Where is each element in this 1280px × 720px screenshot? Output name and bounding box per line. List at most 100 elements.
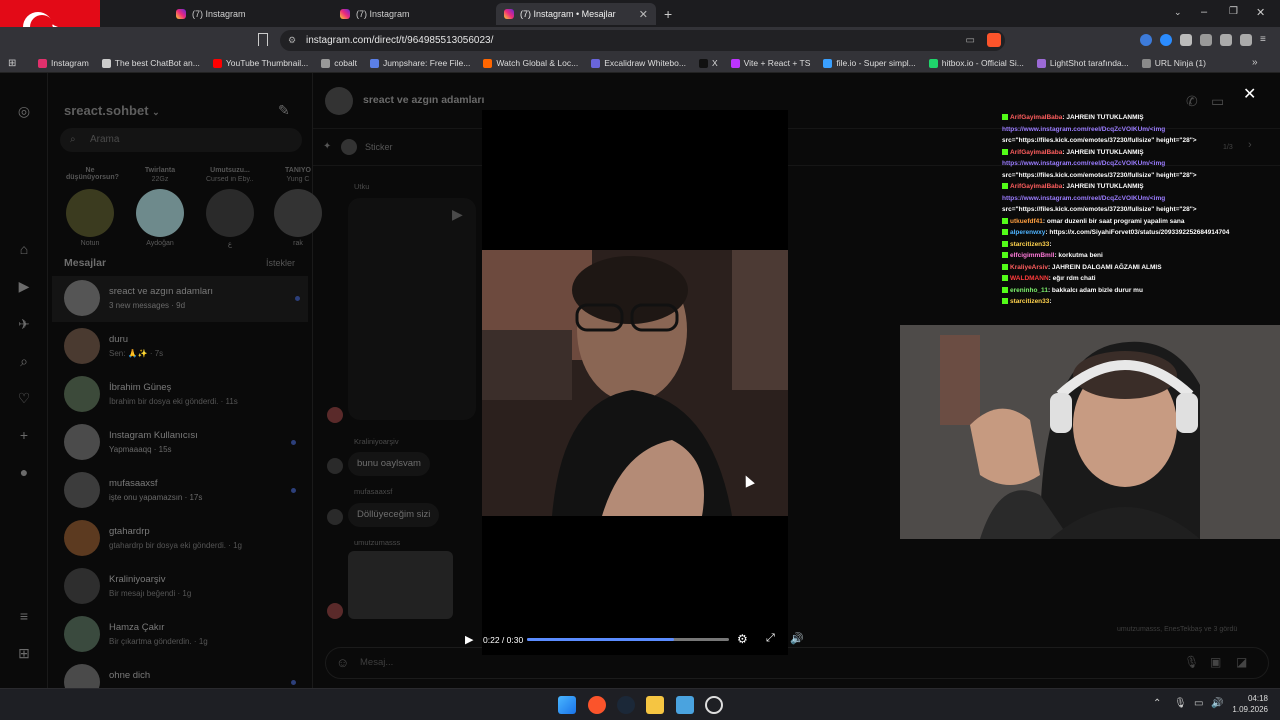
clock-time[interactable]: 04:18 <box>1234 694 1268 703</box>
more-bookmarks-icon[interactable]: » <box>1252 57 1258 68</box>
apps-grid-icon[interactable]: ⊞ <box>8 58 16 69</box>
fullscreen-icon[interactable]: ⤢ <box>766 632 775 645</box>
home-icon[interactable]: ⌂ <box>16 241 32 257</box>
story-item[interactable]: Umutsuzu... Cursed in Eby... tuyleriçiken… <box>206 167 254 248</box>
image-message[interactable] <box>348 551 453 619</box>
puzzle-icon[interactable] <box>1200 34 1212 46</box>
volume-icon[interactable]: 🔊 <box>1211 698 1223 709</box>
bookmark-item[interactable]: Vite + React + TS <box>730 58 810 68</box>
bookmark-favicon-icon <box>591 58 601 68</box>
bookmark-item[interactable]: X <box>698 58 718 68</box>
bookmark-item[interactable]: Jumpshare: Free File... <box>369 58 470 68</box>
chat-line: ereninho_11: bakkalcı adam bizle durur m… <box>1002 285 1280 297</box>
chat-message: https://www.instagram.com/reel/DcqZcVOIK… <box>1002 160 1166 167</box>
bookmark-item[interactable]: Excalidraw Whitebo... <box>591 58 686 68</box>
tab-instagram-2[interactable]: (7) Instagram <box>332 3 492 25</box>
conversation-item[interactable]: Hamza Çakır Bir çıkartma gönderdin. · 1g <box>64 612 304 658</box>
volume-icon[interactable]: 🔊 <box>790 632 804 645</box>
sender-avatar <box>327 458 343 474</box>
site-info-icon[interactable]: ⚙ <box>288 30 296 51</box>
profile-icon[interactable]: ● <box>16 464 32 480</box>
conversation-item[interactable]: sreact ve azgın adamları 3 new messages ·… <box>52 276 308 322</box>
conversation-item[interactable]: Kraliniyoarşiv Bir mesajı beğendi · 1g <box>64 564 304 610</box>
close-window-icon[interactable]: ✕ <box>1256 6 1265 19</box>
close-overlay-icon[interactable]: ✕ <box>1243 84 1256 104</box>
search-input[interactable]: ⌕ Arama <box>60 128 302 152</box>
menu-icon[interactable]: ≡ <box>1260 34 1266 46</box>
conversation-item[interactable]: ohne dich <box>64 660 304 688</box>
more-menu-icon[interactable]: ≡ <box>16 608 32 624</box>
bookmark-item[interactable]: URL Ninja (1) <box>1141 58 1206 68</box>
bookmark-item[interactable]: The best ChatBot an... <box>101 58 200 68</box>
message-bubble[interactable]: bunu oaylsvam <box>348 452 430 476</box>
play-icon[interactable]: ▶ <box>465 633 473 646</box>
tab-list-icon[interactable]: ⌄ <box>1174 7 1182 18</box>
reels-icon[interactable]: ▶ <box>16 278 32 294</box>
sticker-icon[interactable]: ◪ <box>1236 655 1247 669</box>
bookmark-item[interactable]: hitbox.io - Official Si... <box>928 58 1024 68</box>
conversation-preview: Bir çıkartma gönderdin. · 1g <box>109 637 208 646</box>
new-message-icon[interactable]: ✎ <box>278 102 290 119</box>
steam-icon[interactable] <box>617 696 635 714</box>
search-icon[interactable]: ⌕ <box>16 353 32 369</box>
conversation-item[interactable]: duru Sen: 🙏✨ · 7s <box>64 324 304 370</box>
conversation-item[interactable]: Instagram Kullanıcısı Yapmaaaqq · 15s <box>64 420 304 466</box>
image-upload-icon[interactable]: ▣ <box>1210 655 1221 669</box>
close-tab-icon[interactable]: ✕ <box>639 8 648 21</box>
conversation-item[interactable]: İbrahim Güneş İbrahim bir dosya eki gönde… <box>64 372 304 418</box>
chat-username: ereninho_11 <box>1010 286 1048 294</box>
account-switcher[interactable]: sreact.sohbet ⌄ <box>64 103 160 118</box>
clock-date[interactable]: 1.09.2026 <box>1230 705 1268 714</box>
bookmark-icon[interactable] <box>258 33 268 46</box>
create-icon[interactable]: + <box>16 427 32 443</box>
microphone-icon[interactable]: 🎙 <box>1174 698 1187 709</box>
extension-icon[interactable] <box>1180 34 1192 46</box>
instagram-icon <box>504 9 514 19</box>
message-bubble[interactable]: Döllüyeceğim sizi <box>348 503 440 527</box>
wallet-icon[interactable] <box>1240 34 1252 46</box>
brave-browser-icon[interactable] <box>588 696 606 714</box>
bookmark-item[interactable]: Watch Global & Loc... <box>483 58 578 68</box>
bookmark-item[interactable]: Instagram <box>38 58 89 68</box>
requests-link[interactable]: İstekler <box>266 258 295 268</box>
extension-icon[interactable] <box>1140 34 1152 46</box>
network-icon[interactable]: ▭ <box>1194 698 1203 709</box>
emoji-icon[interactable]: ☺ <box>336 655 349 670</box>
download-icon[interactable] <box>1220 34 1232 46</box>
conversation-item[interactable]: gtahardrp gtahardrp bir dosya eki gönderd… <box>64 516 304 562</box>
brave-shield-icon[interactable] <box>987 33 1001 47</box>
instagram-logo-icon[interactable]: ◎ <box>16 103 32 119</box>
story-item[interactable]: Ne düşünüyorsun? Notun <box>66 167 119 247</box>
also-from-meta-icon[interactable]: ⊞ <box>16 645 32 661</box>
settings-gear-icon[interactable]: ⚙ <box>737 632 748 646</box>
conversation-item[interactable]: mufasaaxsf işte onu yapamazsın · 17s <box>64 468 304 514</box>
call-icon[interactable]: ✆ <box>1186 93 1198 110</box>
thread-title[interactable]: sreact ve azgın adamları <box>363 94 484 106</box>
bookmark-item[interactable]: YouTube Thumbnail... <box>212 58 308 68</box>
bookmark-item[interactable]: LightShot tarafında... <box>1036 58 1129 68</box>
url-field[interactable]: ⚙ instagram.com/direct/t/964985513056023… <box>280 30 1005 51</box>
file-explorer-icon[interactable] <box>646 696 664 714</box>
new-tab-icon[interactable]: + <box>664 6 672 22</box>
windows-start-icon[interactable] <box>558 696 576 714</box>
video-progress-bar[interactable] <box>527 638 729 641</box>
cast-icon[interactable]: ▭ <box>966 30 975 51</box>
shared-reel-message[interactable]: ▶ <box>348 198 476 420</box>
tab-instagram-messages[interactable]: (7) Instagram • Mesajlar ✕ <box>496 3 656 25</box>
minimize-icon[interactable]: – <box>1201 6 1207 18</box>
tray-chevron-icon[interactable]: ⌃ <box>1153 698 1161 709</box>
maximize-icon[interactable]: ❐ <box>1229 6 1238 17</box>
messages-icon[interactable]: ✈ <box>16 316 32 332</box>
bookmark-item[interactable]: file.io - Super simpl... <box>823 58 916 68</box>
bookmark-item[interactable]: cobalt <box>321 58 357 68</box>
store-icon[interactable] <box>676 696 694 714</box>
microphone-icon[interactable]: 🎙 <box>1184 655 1199 669</box>
notifications-icon[interactable]: ♡ <box>16 390 32 406</box>
video-call-icon[interactable]: ▭ <box>1211 93 1224 110</box>
bookmark-favicon-icon <box>369 58 379 68</box>
extension-icon[interactable] <box>1160 34 1172 46</box>
story-item[interactable]: Twirlanta 22Gz Aydoğan <box>136 167 184 247</box>
tab-instagram-1[interactable]: (7) Instagram <box>168 3 328 25</box>
group-avatar[interactable] <box>325 87 353 115</box>
obs-icon[interactable] <box>705 696 723 714</box>
